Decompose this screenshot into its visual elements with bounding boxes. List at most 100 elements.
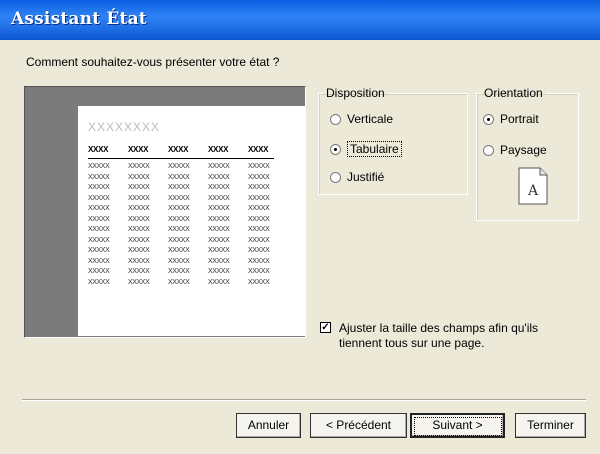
portrait-icon-letter: A bbox=[527, 183, 539, 199]
preview-cell: XXXXX bbox=[248, 236, 270, 244]
radio-label: Paysage bbox=[500, 143, 547, 157]
preview-cell: XXXXX bbox=[128, 194, 150, 202]
preview-cell: XXXXX bbox=[128, 205, 150, 212]
preview-cell: XXXXX bbox=[208, 205, 230, 212]
adjust-fields-checkbox[interactable]: ✓ Ajuster la taille des champs afin qu'i… bbox=[320, 321, 549, 351]
preview-cell: XXXXX bbox=[168, 278, 190, 286]
preview-row: XXXXX XXXXX XXXXX XXXXX XXXXX bbox=[88, 183, 279, 194]
preview-cell: XXXXX bbox=[208, 268, 230, 275]
preview-cell: XXXXX bbox=[88, 205, 110, 212]
preview-cell: XXXXX bbox=[248, 173, 270, 181]
preview-cell: XXXXX bbox=[248, 184, 270, 191]
button-separator bbox=[22, 399, 586, 401]
preview-cell: XXXXX bbox=[208, 173, 230, 181]
preview-row: XXXXX XXXXX XXXXX XXXXX XXXXX bbox=[88, 225, 279, 236]
radio-button[interactable] bbox=[330, 143, 341, 155]
preview-row: XXXXX XXXXX XXXXX XXXXX XXXXX bbox=[88, 204, 279, 215]
preview-header-cell: XXXX bbox=[248, 145, 269, 154]
preview-row: XXXXX XXXXX XXXXX XXXXX XXXXX bbox=[88, 162, 279, 173]
previous-button[interactable]: < Précédent bbox=[310, 413, 407, 438]
preview-cell: XXXXX bbox=[248, 163, 270, 170]
next-button[interactable]: Suivant > bbox=[410, 413, 505, 438]
preview-cell: XXXXX bbox=[248, 205, 270, 212]
preview-row: XXXXX XXXXX XXXXX XXXXX XXXXX bbox=[88, 173, 279, 184]
preview-rows: XXXXX XXXXX XXXXX XXXXX XXXXX XXXXX XXXXX XXXXX… bbox=[88, 162, 279, 288]
window-title: Assistant État bbox=[11, 9, 147, 29]
preview-row: XXXXX XXXXX XXXXX XXXXX XXXXX bbox=[88, 194, 279, 205]
radio-portrait[interactable]: Portrait bbox=[483, 112, 539, 126]
preview-cell: XXXXX bbox=[248, 278, 270, 286]
preview-cell: XXXXX bbox=[168, 215, 190, 223]
preview-cell: XXXXX bbox=[168, 194, 190, 202]
preview-cell: XXXXX bbox=[168, 163, 190, 170]
preview-cell: XXXXX bbox=[88, 226, 110, 233]
layout-preview: XXXXXXXX XXXX XXXX XXXX XXXX XXXX XXXXX X… bbox=[24, 86, 306, 338]
preview-cell: XXXXX bbox=[88, 194, 110, 202]
preview-cell: XXXXX bbox=[168, 257, 190, 265]
preview-cell: XXXXX bbox=[248, 247, 270, 254]
radio-tabulaire[interactable]: Tabulaire bbox=[330, 141, 402, 157]
preview-row: XXXXX XXXXX XXXXX XXXXX XXXXX bbox=[88, 246, 279, 257]
preview-cell: XXXXX bbox=[128, 236, 150, 244]
preview-cell: XXXXX bbox=[88, 236, 110, 244]
radio-button[interactable] bbox=[330, 113, 341, 125]
preview-cell: XXXXX bbox=[248, 268, 270, 275]
disposition-legend: Disposition bbox=[326, 86, 385, 100]
preview-cell: XXXXX bbox=[128, 215, 150, 223]
preview-cell: XXXXX bbox=[88, 247, 110, 254]
preview-cell: XXXXX bbox=[168, 268, 190, 275]
preview-cell: XXXXX bbox=[88, 257, 110, 265]
radio-button[interactable] bbox=[330, 171, 341, 183]
preview-cell: XXXXX bbox=[88, 173, 110, 181]
radio-label: Verticale bbox=[347, 112, 394, 126]
preview-cell: XXXXX bbox=[168, 184, 190, 191]
preview-cell: XXXXX bbox=[208, 236, 230, 244]
preview-page: XXXXXXXX XXXX XXXX XXXX XXXX XXXX XXXXX X… bbox=[78, 106, 306, 336]
preview-cell: XXXXX bbox=[208, 247, 230, 254]
preview-row: XXXXX XXXXX XXXXX XXXXX XXXXX bbox=[88, 236, 279, 247]
radio-paysage[interactable]: Paysage bbox=[483, 143, 547, 157]
preview-cell: XXXXX bbox=[208, 226, 230, 233]
preview-header-row: XXXX XXXX XXXX XXXX XXXX bbox=[88, 145, 279, 154]
question-text: Comment souhaitez-vous présenter votre é… bbox=[26, 55, 280, 69]
preview-cell: XXXXX bbox=[88, 163, 110, 170]
preview-cell: XXXXX bbox=[208, 194, 230, 202]
preview-cell: XXXXX bbox=[208, 257, 230, 265]
preview-row: XXXXX XXXXX XXXXX XXXXX XXXXX bbox=[88, 267, 279, 278]
preview-header-cell: XXXX bbox=[168, 145, 189, 154]
radio-verticale[interactable]: Verticale bbox=[330, 112, 393, 126]
preview-header-cell: XXXX bbox=[88, 145, 109, 154]
preview-cell: XXXXX bbox=[168, 173, 190, 181]
preview-cell: XXXXX bbox=[88, 278, 110, 286]
preview-cell: XXXXX bbox=[208, 163, 230, 170]
preview-cell: XXXXX bbox=[168, 226, 190, 233]
preview-cell: XXXXX bbox=[208, 184, 230, 191]
preview-cell: XXXXX bbox=[128, 184, 150, 191]
preview-cell: XXXXX bbox=[128, 226, 150, 233]
preview-cell: XXXXX bbox=[88, 215, 110, 223]
preview-cell: XXXXX bbox=[88, 184, 110, 191]
preview-cell: XXXXX bbox=[128, 173, 150, 181]
preview-cell: XXXXX bbox=[128, 278, 150, 286]
preview-cell: XXXXX bbox=[128, 257, 150, 265]
radio-label: Justifié bbox=[347, 170, 385, 184]
radio-label: Portrait bbox=[500, 112, 539, 126]
portrait-page-icon: A bbox=[518, 167, 548, 205]
radio-button[interactable] bbox=[483, 144, 494, 156]
finish-button[interactable]: Terminer bbox=[515, 413, 586, 438]
preview-title-placeholder: XXXXXXXX bbox=[88, 120, 161, 134]
preview-header-cell: XXXX bbox=[208, 145, 229, 154]
radio-button[interactable] bbox=[483, 113, 494, 125]
radio-justifie[interactable]: Justifié bbox=[330, 170, 384, 184]
preview-cell: XXXXX bbox=[168, 205, 190, 212]
checkbox-box[interactable]: ✓ bbox=[320, 322, 331, 333]
preview-cell: XXXXX bbox=[168, 236, 190, 244]
preview-header-cell: XXXX bbox=[128, 145, 149, 154]
preview-cell: XXXXX bbox=[128, 163, 150, 170]
title-bar[interactable]: Assistant État bbox=[0, 0, 600, 40]
preview-cell: XXXXX bbox=[208, 215, 230, 223]
preview-cell: XXXXX bbox=[248, 257, 270, 265]
cancel-button[interactable]: Annuler bbox=[236, 413, 301, 438]
preview-cell: XXXXX bbox=[248, 194, 270, 202]
preview-cell: XXXXX bbox=[208, 278, 230, 286]
